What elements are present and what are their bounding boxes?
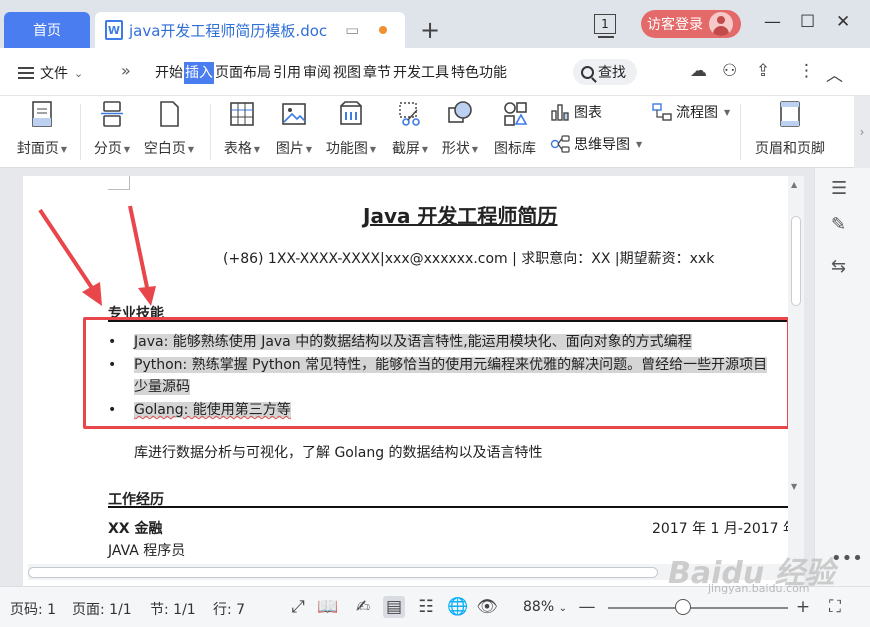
- zoom-level[interactable]: 88% ⌄: [523, 599, 567, 615]
- zoom-slider[interactable]: [608, 607, 788, 609]
- scroll-down-icon[interactable]: ▼: [791, 482, 797, 491]
- page-view-icon[interactable]: ▤: [383, 596, 405, 618]
- zoom-out-icon[interactable]: —: [576, 596, 598, 618]
- baidu-watermark-url: jingyan.baidu.com: [708, 582, 810, 595]
- more-horizontal-icon[interactable]: •••: [831, 548, 863, 569]
- zoom-level-value: 88%: [523, 599, 555, 615]
- annotation-arrows: [38, 205, 156, 306]
- status-page-number[interactable]: 页码: 1: [10, 599, 56, 619]
- vertical-scrollbar[interactable]: ▲ ▼: [788, 176, 804, 586]
- translate-icon[interactable]: ⇆: [831, 256, 846, 277]
- status-line[interactable]: 行: 7: [213, 599, 245, 619]
- zoom-slider-handle[interactable]: [675, 599, 691, 615]
- pen-icon[interactable]: ✎: [831, 214, 846, 235]
- web-view-icon[interactable]: 🌐: [447, 596, 469, 618]
- status-section[interactable]: 节: 1/1: [150, 599, 196, 619]
- annotation-arrowhead-right: [138, 286, 156, 306]
- fit-screen-icon[interactable]: ⤢: [287, 596, 309, 618]
- vertical-scroll-thumb[interactable]: [791, 216, 801, 306]
- zoom-in-icon[interactable]: +: [792, 596, 814, 618]
- read-mode-icon[interactable]: 📖: [317, 596, 339, 618]
- fullscreen-icon[interactable]: ⛶: [824, 596, 846, 618]
- scroll-up-icon[interactable]: ▲: [791, 180, 797, 189]
- annotation-highlight-box: [83, 317, 790, 429]
- annotation-arrow-left: [38, 208, 98, 296]
- chevron-down-icon: ⌄: [558, 603, 567, 614]
- filter-icon[interactable]: ☰: [831, 178, 847, 199]
- right-side-panel: ☰ ✎ ⇆ •••: [814, 168, 870, 586]
- annotation-arrow-right: [128, 205, 150, 293]
- outline-view-icon[interactable]: ☷: [415, 596, 437, 618]
- write-mode-icon[interactable]: ✍: [352, 596, 374, 618]
- horizontal-scroll-thumb[interactable]: [28, 567, 658, 578]
- status-page-count[interactable]: 页面: 1/1: [72, 599, 132, 619]
- eye-protection-icon[interactable]: 👁: [476, 596, 498, 618]
